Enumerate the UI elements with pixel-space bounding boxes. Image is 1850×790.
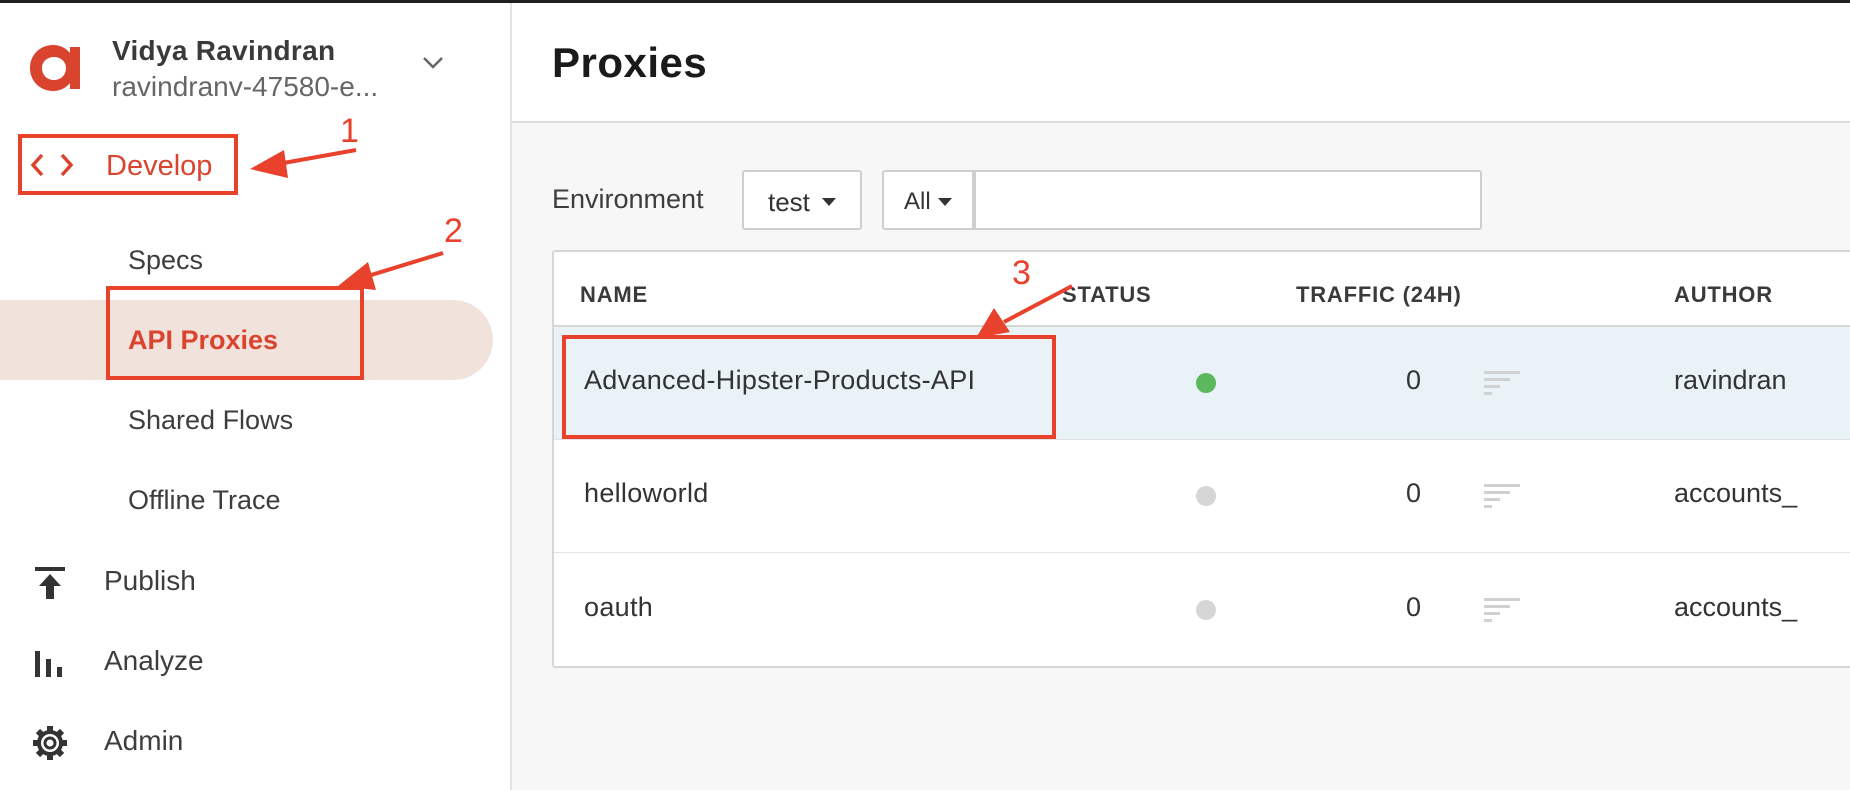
annotation-number-2: 2: [444, 212, 463, 250]
author-value: accounts_: [1674, 478, 1798, 508]
nav-admin-label: Admin: [104, 725, 184, 756]
type-filter-value: All: [904, 188, 931, 215]
user-org: ravindranv-47580-e...: [112, 71, 379, 102]
gear-icon: [33, 726, 67, 760]
traffic-value: 0: [1406, 478, 1422, 508]
proxies-table: NAME STATUS TRAFFIC (24H) AUTHOR Advance…: [552, 250, 1850, 668]
column-header-author[interactable]: AUTHOR: [1674, 282, 1773, 308]
upload-icon: [35, 567, 65, 599]
code-brackets-icon: [30, 153, 74, 177]
status-dot-deployed: [1196, 373, 1216, 393]
author-value: ravindran: [1674, 365, 1787, 395]
annotation-box-api-proxies: [106, 286, 364, 380]
status-dot-undeployed: [1196, 600, 1216, 620]
proxy-name[interactable]: helloworld: [584, 478, 709, 509]
environment-select[interactable]: test: [742, 170, 862, 230]
page-title: Proxies: [552, 39, 708, 86]
nav-analyze-label: Analyze: [104, 645, 204, 676]
caret-down-icon: [822, 198, 836, 206]
sparkline-icon: [1484, 371, 1520, 395]
nav-specs[interactable]: Specs: [128, 245, 203, 276]
caret-down-icon: [938, 198, 952, 206]
nav-develop-label: Develop: [106, 150, 213, 182]
nav-admin[interactable]: Admin: [0, 711, 500, 771]
sparkline-icon: [1484, 598, 1520, 622]
author-value: accounts_: [1674, 592, 1798, 622]
user-name: Vidya Ravindran: [112, 35, 336, 66]
environment-label: Environment: [552, 184, 704, 214]
traffic-value: 0: [1406, 592, 1422, 622]
column-header-traffic[interactable]: TRAFFIC (24H): [1296, 282, 1462, 308]
column-header-name[interactable]: NAME: [580, 282, 648, 308]
annotation-number-1: 1: [340, 112, 359, 150]
nav-publish-label: Publish: [104, 565, 196, 596]
annotation-number-3: 3: [1012, 254, 1031, 292]
nav-shared-flows[interactable]: Shared Flows: [128, 405, 293, 436]
table-row[interactable]: oauth 0 accounts_: [554, 554, 1850, 666]
nav-publish[interactable]: Publish: [0, 551, 500, 611]
proxy-name[interactable]: oauth: [584, 592, 653, 623]
status-dot-undeployed: [1196, 486, 1216, 506]
environment-value: test: [768, 187, 810, 217]
search-input[interactable]: [974, 170, 1482, 230]
nav-develop[interactable]: Develop: [18, 134, 238, 195]
bar-chart-icon: [35, 651, 62, 677]
sidebar: Vidya Ravindran ravindranv-47580-e... De…: [0, 3, 512, 790]
sparkline-icon: [1484, 484, 1520, 508]
column-header-status[interactable]: STATUS: [1062, 282, 1152, 308]
traffic-value: 0: [1406, 365, 1422, 395]
page-header: Proxies: [512, 3, 1850, 123]
apigee-logo[interactable]: [26, 39, 84, 97]
table-row[interactable]: helloworld 0 accounts_: [554, 440, 1850, 553]
chevron-down-icon[interactable]: [420, 49, 446, 75]
nav-analyze[interactable]: Analyze: [0, 631, 500, 691]
type-filter-select[interactable]: All: [882, 170, 974, 230]
nav-offline-trace[interactable]: Offline Trace: [128, 485, 281, 516]
annotation-box-proxy-name: [562, 335, 1056, 439]
